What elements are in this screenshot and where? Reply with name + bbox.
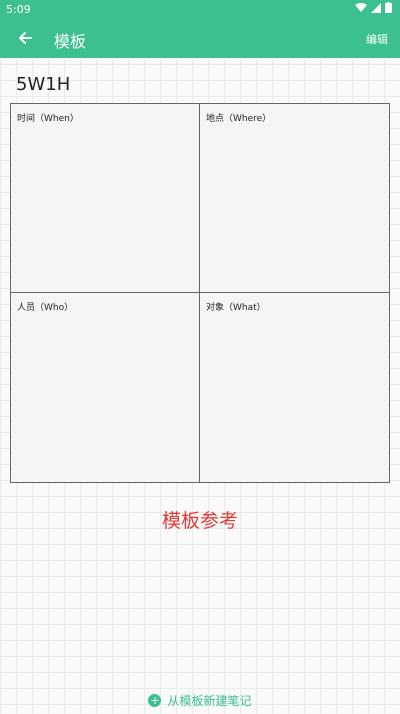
back-button[interactable]: [14, 27, 36, 49]
cell-where: 地点（Where）: [200, 104, 389, 293]
arrow-back-icon: [19, 32, 32, 44]
signal-icon: [371, 2, 381, 13]
plus-circle-icon: +: [148, 693, 162, 707]
status-bar: 5:09: [0, 0, 400, 18]
reference-watermark: 模板参考: [161, 510, 238, 532]
wifi-icon: [355, 2, 367, 12]
cell-who-label: 人员（Who）: [17, 303, 74, 313]
battery-icon: [385, 2, 392, 13]
edit-button[interactable]: 编辑: [366, 31, 388, 47]
template-name: 5W1H: [16, 74, 71, 95]
page-title: 模板: [54, 32, 87, 51]
cell-what-label: 对象（What）: [206, 303, 266, 313]
cell-what: 对象（What）: [200, 293, 389, 482]
template-grid: 时间（When） 地点（Where） 人员（Who） 对象（What）: [10, 103, 390, 483]
cell-who: 人员（Who）: [11, 293, 200, 482]
app-bar: 模板 编辑: [0, 18, 400, 58]
status-time: 5:09: [6, 3, 31, 16]
status-icons: [355, 2, 392, 13]
new-note-label: 从模板新建笔记: [167, 693, 252, 708]
cell-when-label: 时间（When）: [17, 114, 79, 124]
cell-where-label: 地点（Where）: [206, 114, 272, 124]
new-note-from-template-button[interactable]: + 从模板新建笔记: [0, 686, 400, 714]
cell-when: 时间（When）: [11, 104, 200, 293]
